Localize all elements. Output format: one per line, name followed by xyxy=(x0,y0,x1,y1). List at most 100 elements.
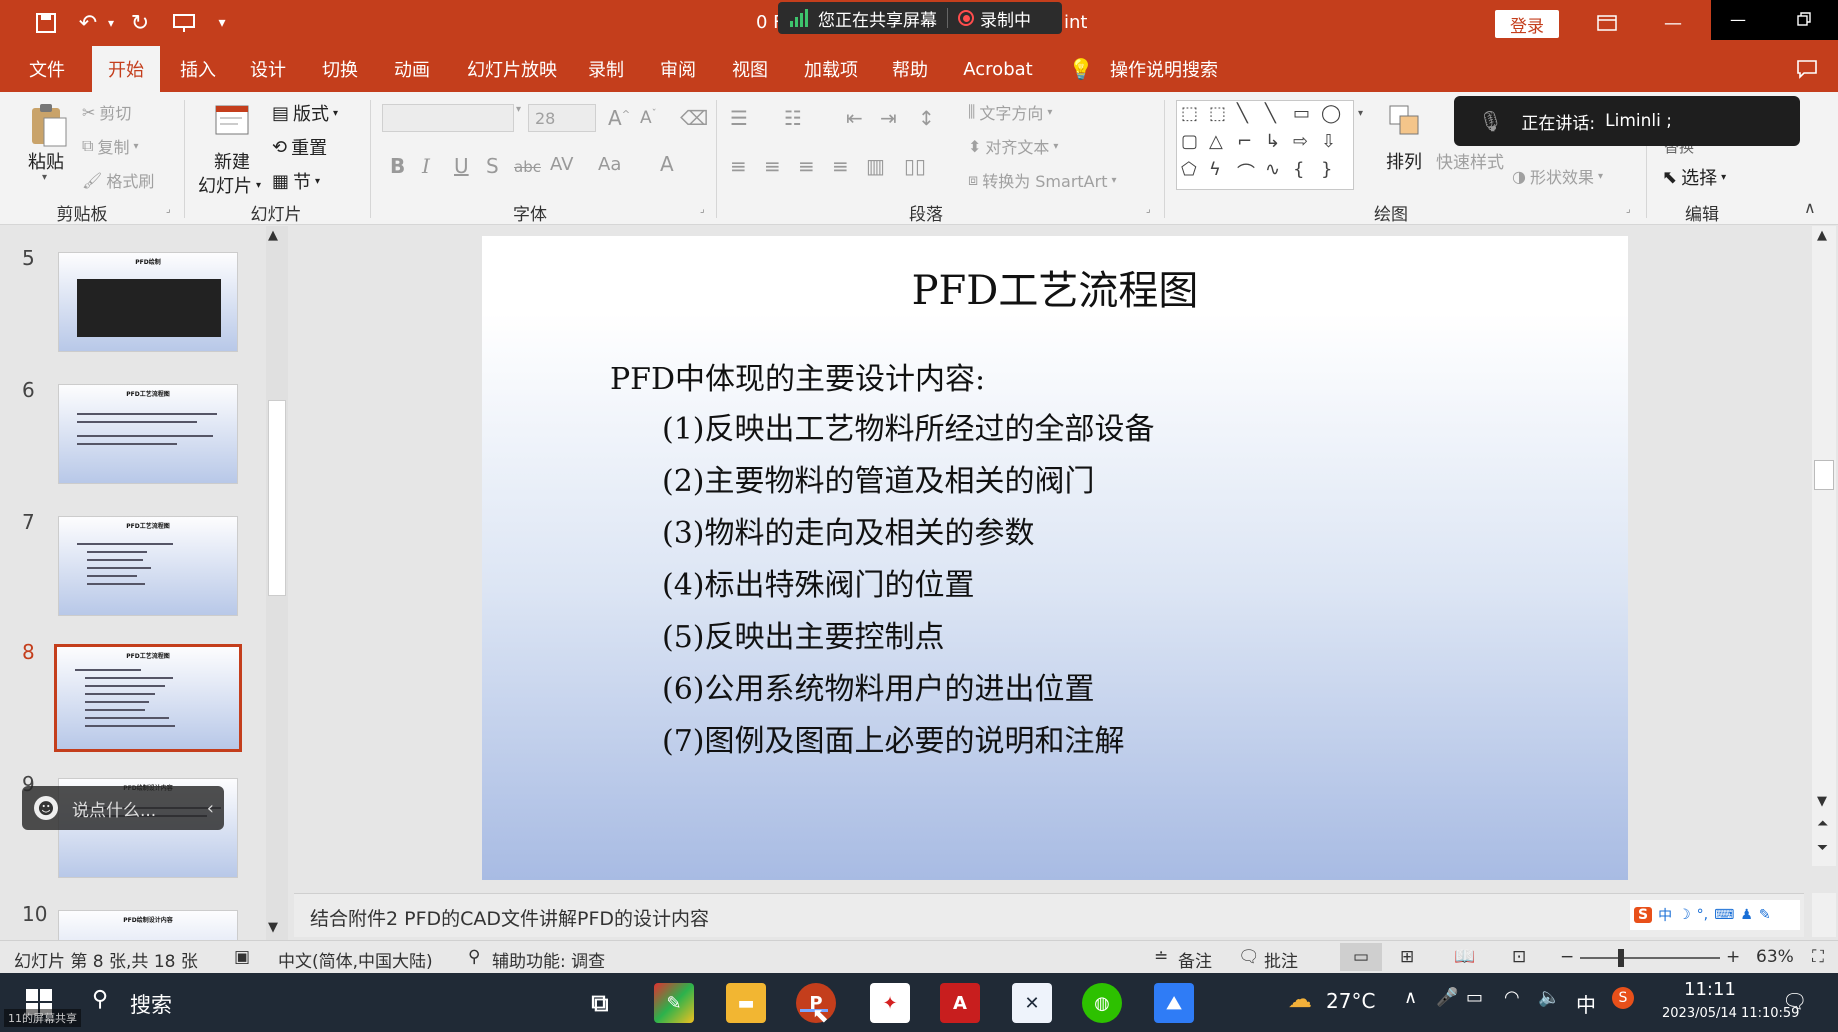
drawing-launcher-icon[interactable]: ⌟ xyxy=(1626,204,1631,215)
shadow-icon[interactable]: S xyxy=(486,154,499,178)
font-launcher-icon[interactable]: ⌟ xyxy=(700,204,705,215)
tab-view[interactable]: 视图 xyxy=(722,46,778,92)
align-center-icon[interactable]: ≡ xyxy=(764,154,781,178)
sogou-tray-icon[interactable]: S xyxy=(1612,987,1634,1009)
rectangle-shape-icon[interactable]: ▭ xyxy=(1293,103,1310,124)
curve-shape-icon[interactable]: ∿ xyxy=(1265,159,1280,180)
columns-icon[interactable]: ▯▯ xyxy=(904,154,926,178)
speaker-notes[interactable]: 结合附件2 PFD的CAD文件讲解PFD的设计内容 xyxy=(310,904,709,931)
line-shape-icon[interactable]: ╲ xyxy=(1237,103,1248,124)
weather-icon[interactable]: ☁ xyxy=(1288,985,1312,1013)
slide-thumbnails-pane[interactable]: 5 PFD绘制 6 PFD工艺流程图 7 PFD工艺流程图 8 PFD工艺流程图… xyxy=(0,226,294,940)
ime-moon-icon[interactable]: ☽ xyxy=(1678,907,1691,923)
ime-tools-icon[interactable]: ✎ xyxy=(1759,907,1771,923)
tab-transitions[interactable]: 切换 xyxy=(312,46,368,92)
tell-me-search[interactable]: 操作说明搜索 xyxy=(1104,46,1224,92)
rounded-rect-shape-icon[interactable]: ▢ xyxy=(1181,131,1198,152)
wechat-icon[interactable]: ◍ xyxy=(1082,983,1122,1023)
wifi-icon[interactable]: ◠ xyxy=(1504,987,1520,1008)
undo-dropdown-icon[interactable]: ▾ xyxy=(104,8,118,38)
clear-formatting-icon[interactable]: ⌫ xyxy=(680,106,708,130)
change-case-icon[interactable]: Aa xyxy=(598,154,621,175)
collapse-ribbon-icon[interactable]: ∧ xyxy=(1804,198,1816,217)
font-name-dropdown-icon[interactable]: ▾ xyxy=(516,104,521,115)
slide-thumbnail-10[interactable]: PFD绘制设计内容 xyxy=(58,910,238,940)
layout-button[interactable]: ▤ 版式 ▾ xyxy=(272,100,338,126)
presentation-icon[interactable] xyxy=(168,8,200,38)
spellcheck-icon[interactable]: ▣ xyxy=(234,947,250,967)
align-left-icon[interactable]: ≡ xyxy=(730,154,747,178)
save-icon[interactable] xyxy=(30,8,62,38)
app-wps-icon[interactable]: ✎ xyxy=(654,983,694,1023)
font-name-input[interactable] xyxy=(382,104,514,132)
zoom-in-icon[interactable]: + xyxy=(1726,947,1740,967)
slide-intro[interactable]: PFD中体现的主要设计内容: xyxy=(610,354,985,398)
line-spacing-icon[interactable]: ↕ xyxy=(918,106,935,130)
new-slide-button-line2[interactable]: 幻灯片 ▾ xyxy=(198,172,261,198)
distribute-icon[interactable]: ▥ xyxy=(866,154,885,178)
slide-thumbnail-6[interactable]: PFD工艺流程图 xyxy=(58,384,238,484)
slide-bullet-6[interactable]: (6)公用系统物料用户的进出位置 xyxy=(662,664,1095,708)
align-text-button[interactable]: ⬍ 对齐文本 ▾ xyxy=(968,134,1058,158)
new-slide-button-line1[interactable]: 新建 xyxy=(214,148,250,174)
chat-input[interactable]: ☻ 说点什么... ‹ xyxy=(22,786,224,830)
slide-scrollbar[interactable] xyxy=(1812,226,1836,866)
search-icon[interactable]: ⚲ xyxy=(92,987,108,1012)
convert-smartart-button[interactable]: ⧈ 转换为 SmartArt ▾ xyxy=(968,168,1117,192)
zoom-slider-thumb[interactable] xyxy=(1618,949,1624,967)
ime-indicator[interactable]: 中 xyxy=(1576,989,1596,1018)
accessibility-status[interactable]: 辅助功能: 调查 xyxy=(492,947,605,972)
slide-thumbnail-7[interactable]: PFD工艺流程图 xyxy=(58,516,238,616)
tab-help[interactable]: 帮助 xyxy=(882,46,938,92)
slide-scroll-thumb[interactable] xyxy=(1814,460,1834,490)
reset-button[interactable]: ⟲ 重置 xyxy=(272,134,327,160)
triangle-shape-icon[interactable]: △ xyxy=(1209,131,1223,152)
numbering-icon[interactable]: ☷ xyxy=(784,106,802,130)
textbox-shape-icon[interactable]: ⬚ xyxy=(1181,103,1198,124)
tab-record[interactable]: 录制 xyxy=(578,46,634,92)
battery-icon[interactable]: ▭ xyxy=(1466,987,1483,1008)
new-slide-icon[interactable] xyxy=(210,100,254,144)
notes-button[interactable]: 备注 xyxy=(1178,947,1212,972)
text-direction-button[interactable]: ⫼ 文字方向 ▾ xyxy=(968,100,1052,124)
shapes-scroll-icon[interactable]: ▾ xyxy=(1358,108,1363,119)
paste-button[interactable]: 粘贴 xyxy=(28,148,64,174)
meeting-app-icon[interactable]: ⛰ xyxy=(1154,983,1194,1023)
select-button[interactable]: ⬉ 选择 ▾ xyxy=(1662,164,1726,190)
strikethrough-icon[interactable]: abc xyxy=(514,158,541,176)
chevron-left-icon[interactable]: ‹ xyxy=(207,798,214,819)
font-size-input[interactable]: 28 xyxy=(528,104,596,132)
slide-bullet-2[interactable]: (2)主要物料的管道及相关的阀门 xyxy=(662,456,1095,500)
comment-icon[interactable]: 🗨 xyxy=(1238,947,1260,967)
slide-bullet-5[interactable]: (5)反映出主要控制点 xyxy=(662,612,945,656)
elbow-connector-icon[interactable]: ⌐ xyxy=(1237,131,1252,152)
char-spacing-icon[interactable]: AV xyxy=(550,154,573,175)
current-slide[interactable]: PFD工艺流程图 PFD中体现的主要设计内容: (1)反映出工艺物料所经过的全部… xyxy=(482,236,1628,880)
scroll-down-icon[interactable]: ▼ xyxy=(268,920,278,935)
taskbar-search[interactable]: 搜索 xyxy=(130,989,172,1019)
underline-icon[interactable]: U xyxy=(454,154,469,178)
shrink-font-icon[interactable]: Aˇ xyxy=(640,108,657,128)
lightning-shape-icon[interactable]: ϟ xyxy=(1209,159,1221,180)
tab-insert[interactable]: 插入 xyxy=(170,46,226,92)
tab-review[interactable]: 审阅 xyxy=(650,46,706,92)
paste-icon[interactable] xyxy=(26,100,70,150)
elbow-arrow-icon[interactable]: ↳ xyxy=(1265,131,1280,152)
format-painter-button[interactable]: 🖌 格式刷 xyxy=(82,168,154,192)
notes-icon[interactable]: ≐ xyxy=(1154,947,1168,967)
justify-icon[interactable]: ≡ xyxy=(832,154,849,178)
notes-scrollbar[interactable] xyxy=(1812,893,1836,937)
tab-design[interactable]: 设计 xyxy=(240,46,296,92)
comments-button[interactable]: 批注 xyxy=(1264,947,1298,972)
slide-scroll-down-icon[interactable]: ▼ xyxy=(1817,794,1827,809)
grow-font-icon[interactable]: A^ xyxy=(608,106,630,130)
lightbulb-icon[interactable]: 💡 xyxy=(1068,46,1094,92)
arrange-icon[interactable] xyxy=(1384,100,1424,140)
fit-slide-icon[interactable]: ⛶ xyxy=(1812,947,1824,967)
xmind-icon[interactable]: ✕ xyxy=(1012,983,1052,1023)
login-button[interactable]: 登录 xyxy=(1495,10,1559,38)
arc-shape-icon[interactable]: ⌒ xyxy=(1237,159,1255,185)
slide-count[interactable]: 幻灯片 第 8 张,共 18 张 xyxy=(14,947,198,972)
copy-button[interactable]: ⧉ 复制 ▾ xyxy=(82,134,138,158)
notes-pane[interactable]: 结合附件2 PFD的CAD文件讲解PFD的设计内容 S 中 ☽ °, ⌨ ♟ ✎ xyxy=(294,893,1804,937)
